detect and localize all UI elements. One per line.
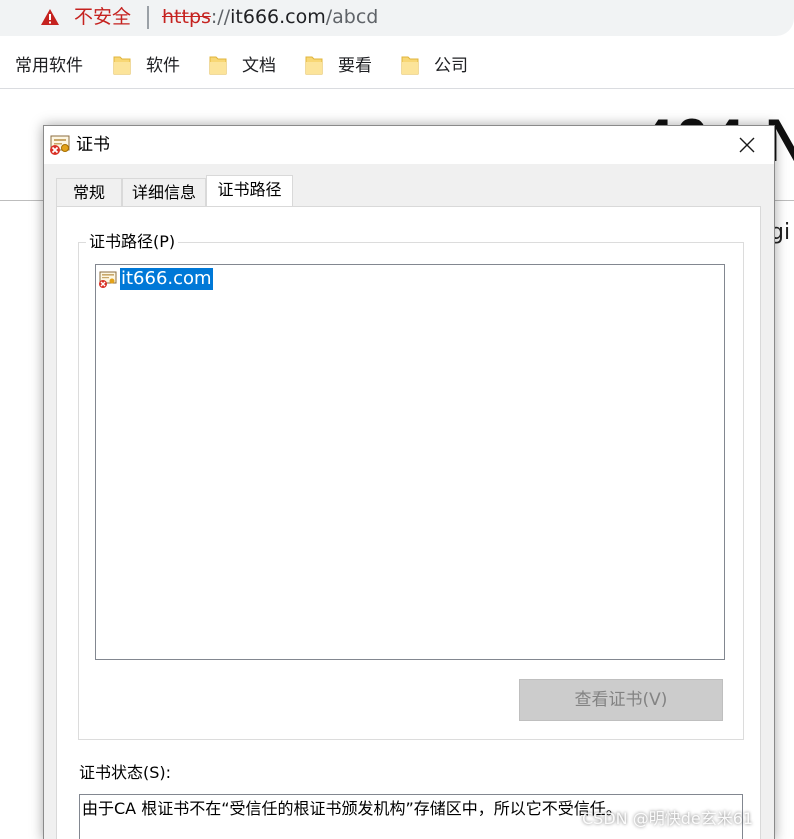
warning-triangle-icon[interactable] (40, 7, 60, 27)
certificate-error-icon (99, 271, 117, 288)
certification-path-tree[interactable]: it666.com (95, 264, 725, 660)
address-bar[interactable]: 不安全 https://it666.com/abcd (0, 0, 794, 36)
tab-details[interactable]: 详细信息 (122, 178, 206, 207)
bookmark-documents[interactable]: 文档 (242, 54, 276, 78)
bookmark-to-read[interactable]: 要看 (338, 54, 372, 78)
bookmark-company[interactable]: 公司 (434, 54, 468, 78)
url-text[interactable]: https://it666.com/abcd (162, 5, 378, 29)
tab-certification-path[interactable]: 证书路径 (206, 175, 293, 207)
bookmarks-bar: 常用软件 软件 文档 要看 公司 (0, 44, 794, 89)
dialog-titlebar[interactable]: 证书 (44, 126, 774, 164)
url-scheme: https (162, 6, 211, 28)
browser-window: 不安全 https://it666.com/abcd 常用软件 软件 文档 要看… (0, 0, 794, 839)
certificate-dialog: 证书 常规 详细信息 证书路径 证书路径(P) it666.com 查看证书(V… (43, 125, 775, 839)
tab-panel-certification-path: 证书路径(P) it666.com 查看证书(V) 证书状态(S): 由于CA … (56, 206, 761, 839)
dialog-title: 证书 (76, 135, 110, 155)
folder-icon (401, 56, 419, 75)
url-separator: :// (210, 6, 231, 28)
url-path: /abcd (325, 6, 379, 28)
certificate-status-text: 由于CA 根证书不在“受信任的根证书颁发机构”存储区中，所以它不受信任。 (82, 799, 622, 818)
view-certificate-button[interactable]: 查看证书(V) (519, 679, 723, 721)
dialog-body: 常规 详细信息 证书路径 证书路径(P) it666.com 查看证书(V) 证… (44, 164, 774, 839)
tree-item-label[interactable]: it666.com (119, 267, 214, 291)
bookmark-common-software[interactable]: 常用软件 (15, 54, 83, 78)
close-icon[interactable] (734, 132, 760, 158)
certificate-error-icon (50, 135, 70, 155)
tab-general[interactable]: 常规 (56, 178, 122, 207)
url-host: it666.com (230, 6, 326, 28)
security-status-label[interactable]: 不安全 (74, 5, 131, 29)
folder-icon (113, 56, 131, 75)
watermark-text: CSDN @明快de玄米61 (582, 809, 754, 828)
bookmark-software[interactable]: 软件 (146, 54, 180, 78)
certificate-status-label: 证书状态(S): (79, 763, 172, 782)
folder-icon (209, 56, 227, 75)
address-divider (147, 6, 149, 29)
folder-icon (305, 56, 323, 75)
certification-path-label: 证书路径(P) (86, 231, 179, 253)
